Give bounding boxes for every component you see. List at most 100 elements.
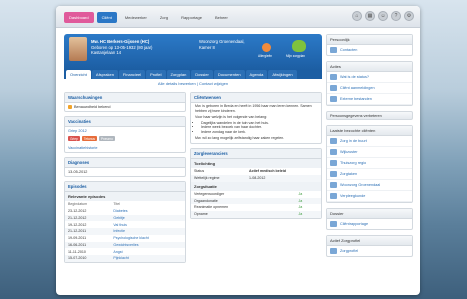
action-item[interactable]: Cliënt aanmeldingen bbox=[327, 83, 412, 94]
wishes-paragraph: Mw. wil zo lang mogelijk zelfstandig haa… bbox=[195, 135, 285, 140]
cell-title[interactable]: Val thuis bbox=[110, 221, 185, 228]
care-profile-link[interactable]: Zorgprofiel bbox=[327, 246, 412, 256]
contacts-label: Contacten bbox=[340, 47, 358, 52]
location-line: Woonzorg Groenendaal, bbox=[199, 39, 245, 44]
calendar-icon[interactable]: ▦ bbox=[365, 11, 375, 21]
cell-title[interactable]: Angst bbox=[110, 248, 185, 255]
recent-item[interactable]: Zorg in de buurt bbox=[327, 136, 412, 147]
recent-item[interactable]: Woonzorg Groenendaal bbox=[327, 180, 412, 191]
cell-date: 15-07-2010 bbox=[65, 255, 111, 263]
recent-clients-title: Laatste bezochte cliënten bbox=[327, 126, 412, 136]
wishes-paragraph: Mw. is geboren in Breda en heeft in 1956… bbox=[195, 104, 312, 113]
episodes-title: Episodes bbox=[65, 182, 185, 192]
diagnoses-title: Diagnoses bbox=[65, 158, 185, 168]
detail-links[interactable]: Alle details bewerken | Contact wijzigen bbox=[64, 79, 322, 89]
improve-data-button[interactable]: Persoonsgegevens verbeteren bbox=[326, 111, 413, 120]
home-icon[interactable]: ⌂ bbox=[352, 11, 362, 21]
tab-dashboard[interactable]: Dashboard bbox=[64, 12, 94, 23]
recent-item[interactable]: Verpleegkunde bbox=[327, 191, 412, 202]
contacts-link[interactable]: Contacten bbox=[327, 45, 412, 55]
cell-title[interactable]: Pijnklacht bbox=[110, 255, 185, 263]
patient-address: Kastanjelaan 14 bbox=[91, 50, 122, 55]
warning-text: Benauwdheid bekend bbox=[74, 104, 111, 109]
cell-title[interactable]: Diabetes bbox=[110, 208, 185, 215]
table-row[interactable]: 21-12-2011 Infectie bbox=[65, 228, 185, 235]
action-item[interactable]: Externe bestanden bbox=[327, 94, 412, 105]
settings-icon[interactable]: ⚙ bbox=[404, 11, 414, 21]
recent-label: Zorgtaken bbox=[340, 171, 358, 176]
tab-reports[interactable]: Rapportage bbox=[176, 12, 207, 23]
client-icon bbox=[330, 171, 337, 177]
cell-title[interactable]: Infectie bbox=[110, 228, 185, 235]
wishes-paragraph: Voor haar welzijn is het volgende van be… bbox=[195, 115, 268, 120]
table-row[interactable]: 19-09-2011 Psychologische klacht bbox=[65, 235, 185, 242]
vaccines-title: Vaccinaties bbox=[65, 117, 185, 127]
subtab-dossier[interactable]: Dossier bbox=[191, 70, 213, 79]
recent-label: Zorg in de buurt bbox=[340, 138, 367, 143]
tab-admin[interactable]: Beheer bbox=[210, 12, 233, 23]
care-plan-icon[interactable] bbox=[292, 40, 306, 52]
vaccine-chip: Pneumo bbox=[98, 136, 115, 141]
table-row[interactable]: 21-12-2012 Gebitje bbox=[65, 214, 185, 222]
subtab-agenda[interactable]: Agenda bbox=[245, 70, 268, 79]
subtab-careplan[interactable]: Zorgplan bbox=[166, 70, 191, 79]
cell-title[interactable]: Gebitje bbox=[110, 214, 185, 222]
tab-care[interactable]: Zorg bbox=[155, 12, 173, 23]
table-row[interactable]: 15-07-2010 Pijnklacht bbox=[65, 255, 185, 263]
subtab-documents[interactable]: Documenten bbox=[213, 70, 245, 79]
table-row: Status Actief medisch beleid bbox=[191, 168, 321, 175]
care-panel: Zorgleveranciers Toelichting Status Actie… bbox=[190, 148, 322, 219]
care-plan-label: Mijn zorgplan bbox=[286, 54, 305, 58]
sidebar: Persoonlijk Contacten Acties Wat is de s… bbox=[326, 34, 413, 262]
diagnoses-panel: Diagnoses 13-05-2012 bbox=[64, 157, 186, 177]
action-item[interactable]: Wat is de status? bbox=[327, 72, 412, 83]
client-wishes-panel: Cliëntwensen Mw. is geboren in Breda en … bbox=[190, 92, 322, 145]
dossier-title: Dossier bbox=[327, 209, 412, 219]
left-column: Waarschuwingen Benauwdheid bekend Vaccin… bbox=[64, 92, 186, 267]
cell-date: 16-06-2011 bbox=[65, 241, 111, 249]
recent-item[interactable]: Zorgtaken bbox=[327, 169, 412, 180]
help-icon[interactable]: ? bbox=[391, 11, 401, 21]
allergy-icon[interactable] bbox=[262, 43, 271, 52]
cell-title[interactable]: Psychologische klacht bbox=[110, 235, 185, 242]
cell-label: Opname bbox=[191, 211, 296, 218]
subtab-appointments[interactable]: Afspraken bbox=[91, 70, 118, 79]
subtab-profile[interactable]: Profiel bbox=[146, 70, 166, 79]
table-row[interactable]: 11-11-2010 Angst bbox=[65, 248, 185, 255]
diagnosis-date: 13-05-2012 bbox=[68, 169, 88, 174]
wishes-list: Dagelijks wandelen in de tuin van het hu… bbox=[191, 121, 321, 135]
care-section: Toelichting bbox=[191, 159, 321, 169]
contacts-icon bbox=[330, 47, 337, 53]
table-row: Vertegenwoordiger Ja bbox=[191, 191, 321, 198]
cell-label: Orgaandonatie bbox=[191, 197, 296, 205]
vaccine-chips: Griep Tetanus Pneumo bbox=[65, 135, 185, 144]
care-profile-panel: Actief Zorgprofiel Zorgprofiel bbox=[326, 235, 413, 257]
user-icon[interactable]: ☺ bbox=[378, 11, 388, 21]
patient-header: Mw. HC Berkers-Gijssen (HC) Geboren op 1… bbox=[64, 34, 322, 70]
tab-client[interactable]: Cliënt bbox=[96, 12, 117, 23]
recent-item[interactable]: Thuiszorg regio bbox=[327, 158, 412, 169]
patient-avatar bbox=[69, 37, 87, 61]
cell-title[interactable]: Gewichtsverlies bbox=[110, 241, 185, 249]
client-report-link[interactable]: Cliëntrapportage bbox=[327, 219, 412, 229]
patient-info: Mw. HC Berkers-Gijssen (HC) Geboren op 1… bbox=[91, 39, 152, 56]
recent-label: Woonzorg Groenendaal bbox=[340, 182, 381, 187]
recent-item[interactable]: Wijkzuster bbox=[327, 147, 412, 158]
files-icon bbox=[330, 96, 337, 102]
vaccines-panel: Vaccinaties Griep 2012 Griep Tetanus Pne… bbox=[64, 116, 186, 153]
status-icon bbox=[330, 74, 337, 80]
vaccine-history-link[interactable]: Vaccinatiehistorie bbox=[65, 144, 185, 152]
table-row[interactable]: 23-12-2012 Diabetes bbox=[65, 208, 185, 215]
cell-value: Actief medisch beleid bbox=[249, 169, 286, 174]
table-row[interactable]: 16-06-2011 Gewichtsverlies bbox=[65, 241, 185, 249]
subtab-deviations[interactable]: Afwijkingen bbox=[268, 70, 297, 79]
care-section: Zorgsituatie bbox=[191, 181, 321, 191]
cell-value: Ja bbox=[295, 197, 321, 205]
table-row[interactable]: 19-12-2012 Val thuis bbox=[65, 221, 185, 228]
patient-location: Woonzorg Groenendaal, Kamer 8 bbox=[199, 39, 245, 50]
subtab-financial[interactable]: Financieel bbox=[118, 70, 146, 79]
subtab-overview[interactable]: Overzicht bbox=[66, 70, 91, 79]
tab-employee[interactable]: Medewerker bbox=[120, 12, 152, 23]
client-icon bbox=[330, 160, 337, 166]
vaccine-link[interactable]: Griep 2012 bbox=[65, 127, 185, 135]
